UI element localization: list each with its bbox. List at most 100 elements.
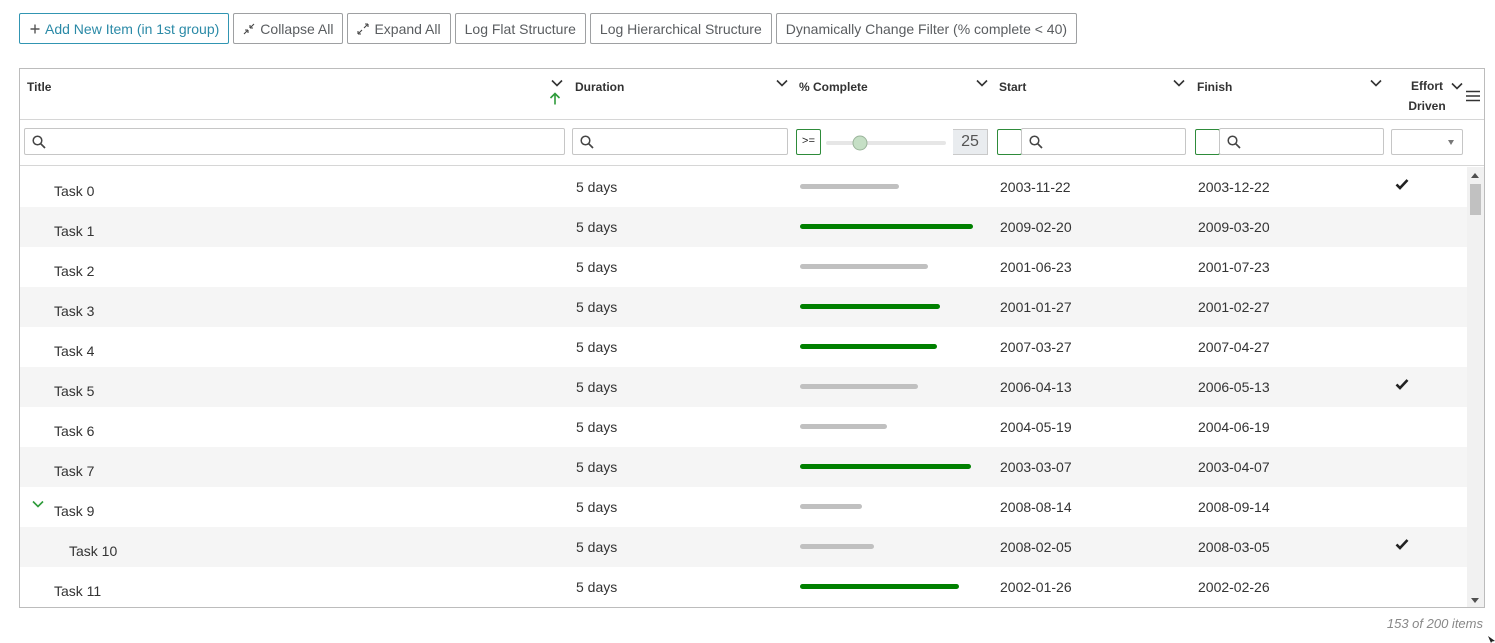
- log-flat-structure-button[interactable]: Log Flat Structure: [454, 13, 586, 44]
- duration-cell: 5 days: [576, 579, 618, 595]
- grid-menu-icon[interactable]: [1466, 89, 1480, 107]
- chevron-down-icon[interactable]: [776, 76, 788, 90]
- header-effort-label-2: Driven: [1408, 99, 1446, 113]
- title-cell[interactable]: Task 3: [20, 287, 568, 327]
- table-row[interactable]: Task 0 5 days 2003-11-22 2003-12-22: [20, 167, 1467, 207]
- title-filter[interactable]: [24, 128, 565, 155]
- vertical-scrollbar[interactable]: [1467, 167, 1484, 607]
- finish-operator-select[interactable]: [1195, 129, 1220, 155]
- header-effort-driven[interactable]: Effort Driven: [1388, 69, 1466, 119]
- percent-slider[interactable]: [826, 133, 954, 153]
- table-row[interactable]: Task 11 5 days 2002-01-26 2002-02-26: [20, 567, 1467, 607]
- table-row[interactable]: Task 6 5 days 2004-05-19 2004-06-19: [20, 407, 1467, 447]
- title-cell[interactable]: Task 10: [20, 527, 568, 567]
- chevron-down-icon[interactable]: [1370, 76, 1382, 90]
- search-icon: [1029, 135, 1043, 149]
- start-cell: 2006-04-13: [1000, 379, 1072, 395]
- dynamic-filter-button[interactable]: Dynamically Change Filter (% complete < …: [775, 13, 1078, 44]
- finish-cell: 2004-06-19: [1198, 419, 1270, 435]
- duration-cell: 5 days: [576, 539, 618, 555]
- progress-bar: [800, 344, 937, 349]
- scroll-thumb[interactable]: [1470, 184, 1481, 215]
- finish-cell: 2001-02-27: [1198, 299, 1270, 315]
- duration-cell: 5 days: [576, 299, 618, 315]
- percent-slider-value: 25: [953, 129, 988, 155]
- header-title[interactable]: Title: [20, 69, 568, 119]
- title-cell[interactable]: Task 6: [20, 407, 568, 447]
- title-text: Task 0: [54, 183, 95, 199]
- grid-header: Title Duration % Complete Start Finish E…: [20, 69, 1484, 120]
- title-text: Task 6: [54, 423, 95, 439]
- plus-icon: [30, 24, 40, 34]
- chevron-down-icon[interactable]: [1451, 76, 1463, 96]
- table-row[interactable]: Task 1 5 days 2009-02-20 2009-03-20: [20, 207, 1467, 247]
- start-cell: 2003-03-07: [1000, 459, 1072, 475]
- title-cell[interactable]: Task 2: [20, 247, 568, 287]
- start-operator-select[interactable]: [997, 129, 1022, 155]
- chevron-down-icon[interactable]: [976, 76, 988, 90]
- title-cell[interactable]: Task 1: [20, 207, 568, 247]
- progress-bar: [800, 584, 959, 589]
- duration-cell: 5 days: [576, 379, 618, 395]
- title-cell[interactable]: Task 0: [20, 167, 568, 207]
- title-cell[interactable]: Task 5: [20, 367, 568, 407]
- duration-filter[interactable]: [572, 128, 788, 155]
- checkmark-icon: [1395, 539, 1409, 550]
- title-text: Task 3: [54, 303, 95, 319]
- title-cell[interactable]: Task 7: [20, 447, 568, 487]
- table-row[interactable]: Task 10 5 days 2008-02-05 2008-03-05: [20, 527, 1467, 567]
- title-search-input[interactable]: [51, 130, 560, 153]
- sort-ascending-icon: [549, 92, 561, 108]
- title-cell[interactable]: Task 9: [20, 487, 568, 527]
- duration-search-input[interactable]: [599, 130, 783, 153]
- header-start[interactable]: Start: [992, 69, 1190, 119]
- expand-all-label: Expand All: [374, 20, 441, 37]
- log-hierarchical-structure-button[interactable]: Log Hierarchical Structure: [589, 13, 772, 44]
- finish-cell: 2002-02-26: [1198, 579, 1270, 595]
- finish-cell: 2001-07-23: [1198, 259, 1270, 275]
- progress-bar: [800, 384, 918, 389]
- grid-body: Task 0 5 days 2003-11-22 2003-12-22 Task 1 5 …: [20, 167, 1467, 607]
- progress-bar: [800, 504, 862, 509]
- duration-cell: 5 days: [576, 419, 618, 435]
- table-row[interactable]: Task 9 5 days 2008-08-14 2008-09-14: [20, 487, 1467, 527]
- start-filter[interactable]: [1021, 128, 1186, 155]
- progress-bar: [800, 544, 874, 549]
- finish-search-input[interactable]: [1246, 130, 1379, 153]
- table-row[interactable]: Task 4 5 days 2007-03-27 2007-04-27: [20, 327, 1467, 367]
- finish-filter[interactable]: [1219, 128, 1384, 155]
- dropdown-arrow-icon: [1448, 140, 1454, 145]
- search-icon: [32, 135, 46, 149]
- percent-operator-select[interactable]: >=: [796, 129, 821, 155]
- table-row[interactable]: Task 7 5 days 2003-03-07 2003-04-07: [20, 447, 1467, 487]
- finish-cell: 2006-05-13: [1198, 379, 1270, 395]
- scroll-down-icon[interactable]: [1471, 598, 1479, 603]
- title-cell[interactable]: Task 11: [20, 567, 568, 607]
- expand-all-button[interactable]: Expand All: [347, 13, 451, 44]
- scroll-up-icon[interactable]: [1471, 173, 1479, 178]
- expand-toggle-icon[interactable]: [32, 500, 44, 508]
- start-search-input[interactable]: [1048, 130, 1181, 153]
- slider-thumb[interactable]: [852, 135, 868, 151]
- title-text: Task 5: [54, 383, 95, 399]
- add-new-item-button[interactable]: Add New Item (in 1st group): [19, 13, 230, 44]
- item-count: 153 of 200 items: [1386, 616, 1483, 631]
- chevron-down-icon[interactable]: [551, 76, 563, 90]
- header-duration[interactable]: Duration: [568, 69, 792, 119]
- header-percent-complete[interactable]: % Complete: [792, 69, 992, 119]
- chevron-down-icon[interactable]: [1173, 76, 1185, 90]
- duration-cell: 5 days: [576, 339, 618, 355]
- title-cell[interactable]: Task 4: [20, 327, 568, 367]
- duration-cell: 5 days: [576, 179, 618, 195]
- effort-driven-select[interactable]: [1391, 129, 1463, 155]
- table-row[interactable]: Task 3 5 days 2001-01-27 2001-02-27: [20, 287, 1467, 327]
- start-cell: 2009-02-20: [1000, 219, 1072, 235]
- start-cell: 2008-02-05: [1000, 539, 1072, 555]
- table-row[interactable]: Task 2 5 days 2001-06-23 2001-07-23: [20, 247, 1467, 287]
- header-duration-label: Duration: [575, 80, 625, 94]
- checkmark-icon: [1395, 379, 1409, 390]
- start-cell: 2001-01-27: [1000, 299, 1072, 315]
- header-finish[interactable]: Finish: [1190, 69, 1388, 119]
- table-row[interactable]: Task 5 5 days 2006-04-13 2006-05-13: [20, 367, 1467, 407]
- collapse-all-button[interactable]: Collapse All: [233, 13, 344, 44]
